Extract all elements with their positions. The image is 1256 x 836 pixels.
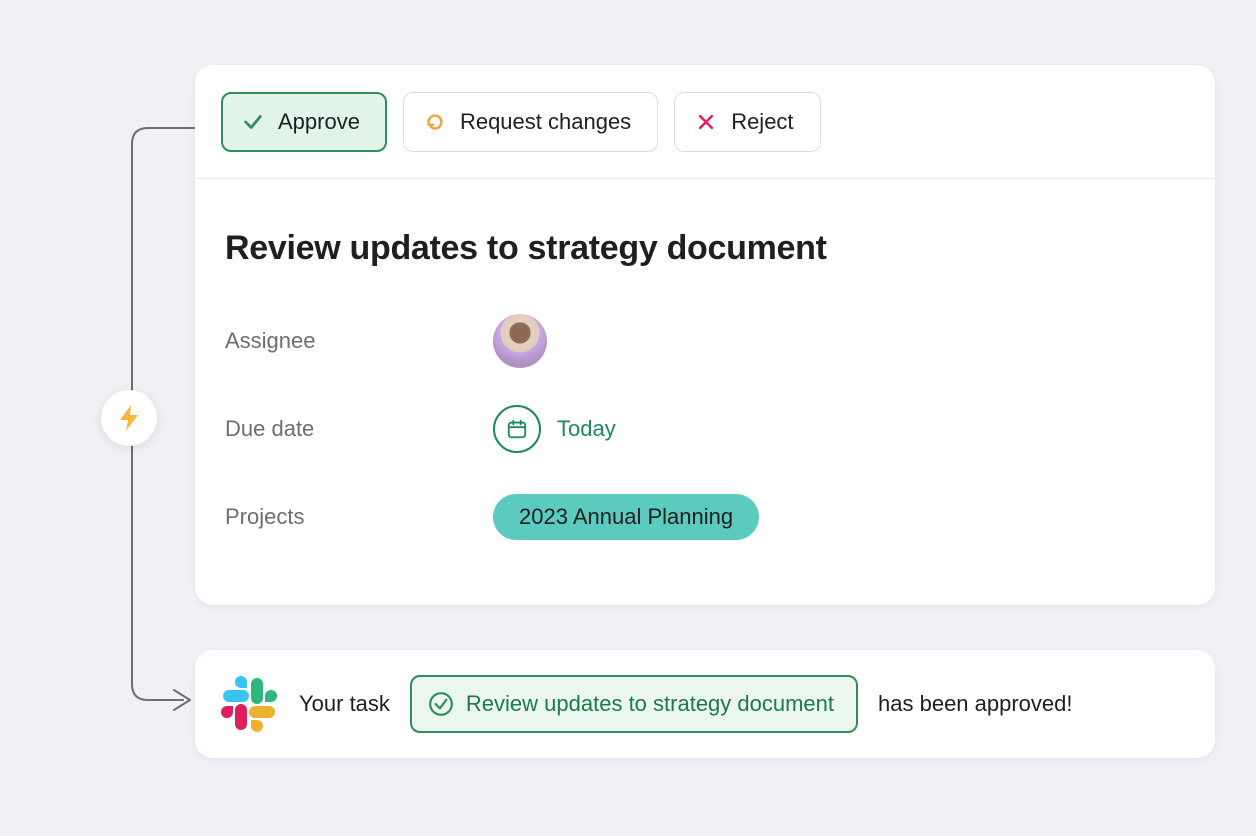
automation-badge bbox=[101, 390, 157, 446]
due-date-text: Today bbox=[557, 416, 616, 442]
approval-actions: Approve Request changes Reject bbox=[195, 65, 1215, 179]
refresh-icon bbox=[424, 111, 446, 133]
approve-button[interactable]: Approve bbox=[221, 92, 387, 152]
assignee-avatar[interactable] bbox=[493, 314, 547, 368]
lightning-icon bbox=[116, 403, 142, 433]
reject-button[interactable]: Reject bbox=[674, 92, 820, 152]
request-changes-label: Request changes bbox=[460, 109, 631, 135]
project-pill[interactable]: 2023 Annual Planning bbox=[493, 494, 759, 540]
due-date-row: Due date Today bbox=[225, 400, 1185, 458]
request-changes-button[interactable]: Request changes bbox=[403, 92, 658, 152]
check-icon bbox=[242, 111, 264, 133]
task-title: Review updates to strategy document bbox=[225, 229, 1185, 268]
projects-row: Projects 2023 Annual Planning bbox=[225, 488, 1185, 546]
reject-label: Reject bbox=[731, 109, 793, 135]
slack-notification: Your task Review updates to strategy doc… bbox=[195, 650, 1215, 758]
slack-icon bbox=[219, 674, 279, 734]
assignee-label: Assignee bbox=[225, 328, 493, 354]
projects-label: Projects bbox=[225, 504, 493, 530]
task-chip-label: Review updates to strategy document bbox=[466, 691, 834, 717]
task-chip[interactable]: Review updates to strategy document bbox=[410, 675, 858, 733]
due-date-label: Due date bbox=[225, 416, 493, 442]
notification-prefix: Your task bbox=[299, 691, 390, 717]
approve-label: Approve bbox=[278, 109, 360, 135]
task-body: Review updates to strategy document Assi… bbox=[195, 179, 1215, 546]
notification-suffix: has been approved! bbox=[878, 691, 1073, 717]
check-circle-icon bbox=[428, 691, 454, 717]
calendar-icon bbox=[493, 405, 541, 453]
assignee-row: Assignee bbox=[225, 312, 1185, 370]
due-date-value[interactable]: Today bbox=[493, 405, 616, 453]
task-card: Approve Request changes Reject Review up… bbox=[195, 65, 1215, 605]
close-icon bbox=[695, 111, 717, 133]
